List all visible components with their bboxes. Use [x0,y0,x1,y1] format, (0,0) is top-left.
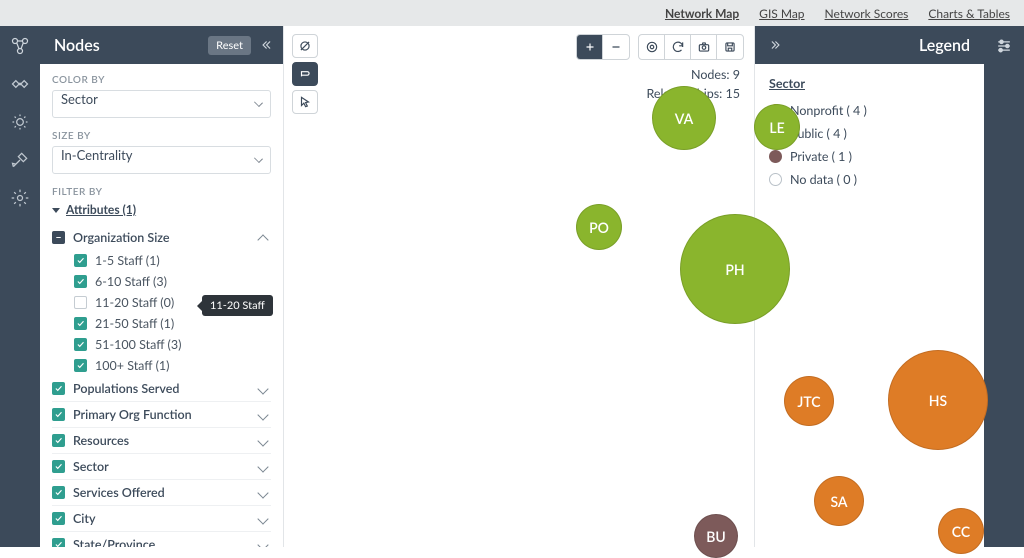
expand-legend-icon[interactable] [769,38,783,52]
graph-nodes: VALEPOPHJTCHSSACCBU [284,26,754,547]
filter-section[interactable]: Resources [52,428,271,454]
filter-option[interactable]: 6-10 Staff (3) [74,271,271,292]
legend-item[interactable]: Nonprofit ( 4 ) [769,99,970,122]
filter-option-label: 100+ Staff (1) [95,358,271,373]
filter-section[interactable]: Services Offered [52,480,271,506]
legend-swatch [769,173,782,186]
filter-section-label: Primary Org Function [73,407,259,422]
checkbox-checked-icon [74,317,87,330]
filter-option[interactable]: 11-20 Staff (0) [74,292,271,313]
filter-option-label: 11-20 Staff (0) [95,295,271,310]
checkbox-empty-icon [74,296,87,309]
minus-icon: − [52,231,65,244]
graph-node-va[interactable]: VA [652,86,716,150]
legend-item-label: Nonprofit ( 4 ) [790,103,867,118]
top-nav: Network Map GIS Map Network Scores Chart… [0,0,1024,26]
filter-organization-size[interactable]: − Organization Size [52,225,271,250]
attributes-label: Attributes (1) [66,202,136,217]
chevron-up-icon [257,234,268,245]
checkbox-checked-icon [74,338,87,351]
size-by-label: SIZE BY [52,130,271,142]
checkbox-checked-icon [74,254,87,267]
network-icon[interactable] [10,36,30,56]
filter-option-label: 1-5 Staff (1) [95,253,271,268]
chevron-down-icon [257,383,268,394]
legend-item-label: Private ( 1 ) [790,149,852,164]
checkbox-checked-icon [52,460,65,473]
graph-node-po[interactable]: PO [576,204,622,250]
right-icon-rail [984,26,1024,547]
chevron-down-icon [257,435,268,446]
legend-section: Sector [769,76,970,91]
graph-node-jtc[interactable]: JTC [784,376,834,426]
panel-title: Nodes [54,36,100,55]
chevron-down-icon [257,539,268,547]
nodes-panel-header: Nodes Reset [40,26,283,64]
sliders-icon[interactable] [994,36,1014,547]
gear-sun-icon[interactable] [10,112,30,132]
color-by-select[interactable]: Sector [52,90,271,118]
handshake-icon[interactable] [10,74,30,94]
graph-node-ph[interactable]: PH [680,214,790,324]
legend-item[interactable]: Private ( 1 ) [769,145,970,168]
size-by-select[interactable]: In-Centrality [52,146,271,174]
checkbox-checked-icon [52,382,65,395]
tools-icon[interactable] [10,150,30,170]
legend-item-label: No data ( 0 ) [790,172,857,187]
checkbox-checked-icon [52,408,65,421]
filter-option-label: 6-10 Staff (3) [95,274,271,289]
nav-charts-tables[interactable]: Charts & Tables [928,6,1010,21]
left-icon-rail [0,26,40,547]
filter-section-label: Resources [73,433,259,448]
filter-option[interactable]: 1-5 Staff (1) [74,250,271,271]
collapse-panel-icon[interactable] [259,38,273,52]
graph-node-sa[interactable]: SA [814,476,864,526]
checkbox-checked-icon [74,359,87,372]
filter-option[interactable]: 21-50 Staff (1) [74,313,271,334]
filter-option-label: 51-100 Staff (3) [95,337,271,352]
filter-section[interactable]: Sector [52,454,271,480]
filter-section[interactable]: City [52,506,271,532]
settings-icon[interactable] [10,188,30,208]
checkbox-checked-icon [52,434,65,447]
nodes-panel: Nodes Reset COLOR BY Sector SIZE BY In-C… [40,26,284,547]
filter-section[interactable]: Populations Served [52,376,271,402]
checkbox-checked-icon [74,275,87,288]
filter-section[interactable]: State/Province [52,532,271,547]
graph-node-le[interactable]: LE [754,104,800,150]
graph-node-bu[interactable]: BU [694,514,738,558]
chevron-down-icon [257,513,268,524]
filter-option[interactable]: 100+ Staff (1) [74,355,271,376]
nav-network-map[interactable]: Network Map [665,6,739,21]
color-by-label: COLOR BY [52,74,271,86]
filter-by-label: FILTER BY [52,186,271,198]
filter-section[interactable]: Primary Org Function [52,402,271,428]
checkbox-checked-icon [52,538,65,547]
checkbox-checked-icon [52,486,65,499]
nav-network-scores[interactable]: Network Scores [825,6,909,21]
filter-section-label: State/Province [73,537,259,547]
legend-panel: Legend Sector Nonprofit ( 4 )Public ( 4 … [754,26,984,547]
attributes-group-toggle[interactable]: Attributes (1) [52,202,271,217]
nav-gis-map[interactable]: GIS Map [759,6,804,21]
filter-option-label: 21-50 Staff (1) [95,316,271,331]
legend-item[interactable]: No data ( 0 ) [769,168,970,191]
filter-option[interactable]: 51-100 Staff (3) [74,334,271,355]
chevron-down-icon [257,409,268,420]
filter-section-label: Populations Served [73,381,259,396]
network-canvas[interactable]: Nodes: 9 Relationships: 15 VALEPOPHJTCHS… [284,26,754,547]
filter-section-label: Sector [73,459,259,474]
checkbox-checked-icon [52,512,65,525]
chevron-down-icon [257,461,268,472]
legend-title: Legend [919,36,970,55]
graph-node-hs[interactable]: HS [888,350,988,450]
reset-button[interactable]: Reset [208,36,251,55]
filter-section-label: City [73,511,259,526]
chevron-down-icon [257,487,268,498]
filter-label: Organization Size [73,230,259,245]
graph-node-cc[interactable]: CC [938,508,984,554]
legend-swatch [769,150,782,163]
filter-section-label: Services Offered [73,485,259,500]
